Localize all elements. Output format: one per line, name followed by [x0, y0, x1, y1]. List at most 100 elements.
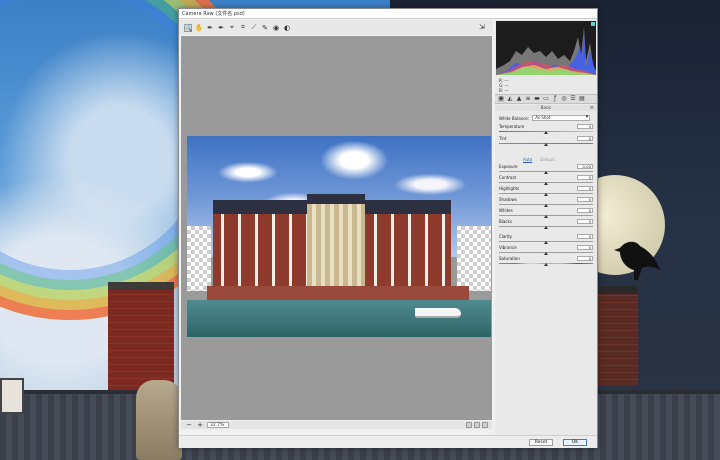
before-after-icon[interactable]: [466, 422, 472, 428]
view-toggles: [466, 422, 488, 428]
tab-split-toning-icon[interactable]: ▬: [534, 96, 540, 102]
tool-bar: 🔍 ✋ ✒ ✒ ⌖ ⌗ ⟋ ✎ ◉ ◐: [179, 20, 493, 35]
zoom-in-icon[interactable]: +: [196, 421, 204, 429]
preferences-icon[interactable]: ⇲: [479, 23, 487, 31]
reset-button[interactable]: Reset: [529, 439, 553, 446]
slider-label: Saturation: [499, 256, 520, 261]
crop-tool-icon[interactable]: ⌗: [239, 23, 247, 32]
slider-vibrance: Vibrance 0: [499, 245, 593, 256]
white-balance-select[interactable]: As Shot: [532, 115, 591, 121]
camera-raw-window: Camera Raw (文件名.psd) 🔍 ✋ ✒ ✒ ⌖ ⌗ ⟋ ✎ ◉ ◐ ⇲ − + 32…: [178, 8, 598, 448]
slider-thumb[interactable]: [544, 171, 548, 174]
slider-label: Blacks: [499, 219, 512, 224]
white-balance-tool-icon[interactable]: ✒: [206, 24, 214, 32]
slider-label: Contrast: [499, 175, 517, 180]
tab-basic-icon[interactable]: ◉: [498, 96, 504, 102]
slider-value-field[interactable]: 0.00: [577, 164, 593, 169]
zoom-out-icon[interactable]: −: [185, 421, 193, 429]
transparency-left: [187, 226, 211, 291]
slider-thumb[interactable]: [544, 226, 548, 229]
slider-exposure: Exposure 0.00: [499, 164, 593, 175]
slider-whites: Whites 0: [499, 208, 593, 219]
slider-value-field[interactable]: 0: [577, 219, 593, 224]
white-balance-label: White Balance:: [499, 115, 530, 121]
slider-thumb[interactable]: [544, 241, 548, 244]
ok-button[interactable]: OK: [563, 439, 587, 446]
slider-label: Highlights: [499, 186, 520, 191]
tab-tone-curve-icon[interactable]: ◭: [507, 96, 513, 102]
slider-thumb[interactable]: [544, 263, 548, 266]
tab-lens-icon[interactable]: ▭: [543, 96, 549, 102]
photo-castle-center: [307, 194, 365, 290]
slider-value-field[interactable]: 0: [577, 197, 593, 202]
red-eye-tool-icon[interactable]: ◉: [272, 24, 280, 32]
tab-snapshots-icon[interactable]: ▤: [579, 96, 585, 102]
statue: [136, 380, 182, 460]
slider-shadows: Shadows 0: [499, 197, 593, 208]
slider-thumb[interactable]: [544, 193, 548, 196]
slider-label: Clarity: [499, 234, 513, 239]
highlight-clipping-warning[interactable]: [591, 22, 595, 26]
panel-menu-icon[interactable]: ≡: [590, 105, 594, 111]
photo-water: [187, 300, 491, 337]
slider-thumb[interactable]: [544, 204, 548, 207]
auto-default-row: Auto Default: [523, 157, 555, 162]
spot-removal-tool-icon[interactable]: ✎: [261, 24, 269, 32]
hand-tool-icon[interactable]: ✋: [195, 24, 204, 32]
slider-value-field[interactable]: 0: [577, 256, 593, 261]
slider-label: Temperature: [499, 124, 525, 129]
slider-value-field[interactable]: 0: [577, 175, 593, 180]
slider-value-field[interactable]: 0: [577, 186, 593, 191]
histogram-graph: [496, 27, 596, 75]
chimney-right: [598, 286, 638, 386]
slider-clarity: Clarity 0: [499, 234, 593, 245]
zoom-level-field[interactable]: 32.7%: [207, 422, 229, 428]
dormer-window: [0, 378, 24, 414]
tab-hsl-icon[interactable]: ≡: [525, 96, 531, 102]
photo-terrace: [207, 286, 469, 300]
zoom-tool-icon[interactable]: 🔍: [184, 23, 192, 32]
slider-temperature: Temperature 0: [499, 124, 593, 135]
adjustment-panel: R: --- G: --- B: --- ◉ ◭ ▲ ≡ ▬ ▭ ƒ ◎ ☰ ▤…: [495, 20, 597, 435]
title-bar[interactable]: Camera Raw (文件名.psd): [179, 9, 597, 19]
slider-thumb[interactable]: [544, 215, 548, 218]
status-bar: − + 32.7%: [181, 421, 492, 429]
preview-image: [187, 136, 491, 337]
slider-value-field[interactable]: 0: [577, 136, 593, 141]
slider-value-field[interactable]: 0: [577, 234, 593, 239]
default-link[interactable]: Default: [540, 157, 555, 162]
slider-thumb[interactable]: [544, 131, 548, 134]
slider-value-field[interactable]: 0: [577, 208, 593, 213]
auto-link[interactable]: Auto: [523, 157, 532, 162]
preview-canvas: [181, 36, 492, 420]
slider-blacks: Blacks 0: [499, 219, 593, 230]
slider-thumb[interactable]: [544, 252, 548, 255]
slider-label: Tint: [499, 136, 507, 141]
slider-value-field[interactable]: 0: [577, 124, 593, 129]
fullscreen-icon[interactable]: [482, 422, 488, 428]
crow-image: [614, 241, 660, 280]
adjustment-brush-tool-icon[interactable]: ◐: [283, 24, 291, 32]
slider-label: Whites: [499, 208, 513, 213]
section-title: Basic: [495, 105, 597, 111]
slider-thumb[interactable]: [544, 182, 548, 185]
tab-detail-icon[interactable]: ▲: [516, 96, 522, 102]
straighten-tool-icon[interactable]: ⟋: [250, 23, 258, 32]
panel-tabs: ◉ ◭ ▲ ≡ ▬ ▭ ƒ ◎ ☰ ▤: [495, 94, 597, 104]
tab-presets-icon[interactable]: ☰: [570, 96, 576, 102]
slider-tint: Tint 0: [499, 136, 593, 147]
color-sampler-tool-icon[interactable]: ✒: [217, 24, 225, 32]
transparency-right: [457, 226, 491, 291]
slider-label: Shadows: [499, 197, 517, 202]
slider-label: Exposure: [499, 164, 518, 169]
targeted-adjustment-tool-icon[interactable]: ⌖: [228, 23, 236, 32]
slider-contrast: Contrast 0: [499, 175, 593, 186]
slider-thumb[interactable]: [544, 143, 548, 146]
tab-camera-calibration-icon[interactable]: ◎: [561, 96, 567, 102]
toggle-settings-icon[interactable]: [474, 422, 480, 428]
slider-highlights: Highlights 0: [499, 186, 593, 197]
chimney-left: [108, 282, 174, 392]
tab-fx-icon[interactable]: ƒ: [552, 96, 558, 102]
slider-value-field[interactable]: 0: [577, 245, 593, 250]
slider-label: Vibrance: [499, 245, 517, 250]
